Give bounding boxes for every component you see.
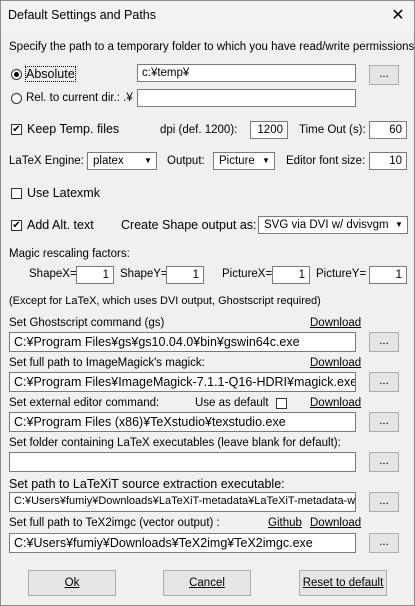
gs-browse-button[interactable]: ... xyxy=(369,332,399,352)
editor-browse-button[interactable]: ... xyxy=(369,412,399,432)
chevron-down-icon: ▼ xyxy=(392,218,406,232)
latexmk-label[interactable]: Use Latexmk xyxy=(27,186,100,200)
close-icon[interactable]: ✕ xyxy=(388,5,408,25)
rescale-label: Magic rescaling factors: xyxy=(9,248,130,260)
picturey-label: PictureY= xyxy=(316,268,367,280)
window-title: Default Settings and Paths xyxy=(8,8,157,22)
cancel-button[interactable]: Cancel xyxy=(163,570,251,596)
latex-folder-input[interactable] xyxy=(9,452,356,472)
shape-output-select[interactable]: SVG via DVI w/ dvisvgm ▼ xyxy=(258,216,408,234)
gs-label: Set Ghostscript command (gs) xyxy=(9,317,165,329)
editor-font-input[interactable]: 10 xyxy=(369,152,407,170)
timeout-label: Time Out (s): xyxy=(299,124,366,136)
shapey-input[interactable]: 1 xyxy=(166,266,204,284)
shapex-label: ShapeX= xyxy=(29,268,77,280)
relative-label[interactable]: Rel. to current dir.: .¥ xyxy=(26,92,133,104)
relative-radio[interactable] xyxy=(11,93,22,104)
gs-download-link[interactable]: Download xyxy=(310,317,361,329)
editor-font-label: Editor font size: xyxy=(286,155,366,167)
latexmk-checkbox[interactable] xyxy=(11,188,22,199)
latexit-browse-button[interactable]: ... xyxy=(369,492,399,512)
shape-output-label: Create Shape output as: xyxy=(121,218,257,232)
absolute-radio[interactable] xyxy=(11,69,22,80)
editor-label: Set external editor command: xyxy=(9,397,160,409)
reset-button[interactable]: Reset to default xyxy=(299,570,387,596)
chevron-down-icon: ▼ xyxy=(259,154,273,168)
relative-path-input[interactable] xyxy=(137,89,356,107)
dpi-input[interactable]: 1200 xyxy=(250,121,288,139)
chevron-down-icon: ▼ xyxy=(141,154,155,168)
temp-instruction: Specify the path to a temporary folder t… xyxy=(9,41,415,53)
picturex-label: PictureX= xyxy=(222,268,273,280)
gs-path-input[interactable]: C:¥Program Files¥gs¥gs10.04.0¥bin¥gswin6… xyxy=(9,332,356,352)
magick-path-input[interactable]: C:¥Program Files¥ImageMagick-7.1.1-Q16-H… xyxy=(9,372,356,392)
engine-label: LaTeX Engine: xyxy=(9,155,84,167)
timeout-input[interactable]: 60 xyxy=(369,121,407,139)
engine-select[interactable]: platex ▼ xyxy=(87,152,157,170)
editor-path-input[interactable]: C:¥Program Files (x86)¥TeXstudio¥texstud… xyxy=(9,412,356,432)
magick-browse-button[interactable]: ... xyxy=(369,372,399,392)
use-as-default-checkbox[interactable] xyxy=(276,398,287,409)
use-as-default-label: Use as default xyxy=(195,397,269,409)
magick-label: Set full path to ImageMagick's magick: xyxy=(9,357,205,369)
absolute-label[interactable]: Absolute xyxy=(25,66,76,82)
tex2img-browse-button[interactable]: ... xyxy=(369,533,399,553)
absolute-path-input[interactable]: c:¥temp¥ xyxy=(137,64,356,82)
magick-download-link[interactable]: Download xyxy=(310,357,361,369)
rescale-note: (Except for LaTeX, which uses DVI output… xyxy=(9,295,321,307)
latexit-label: Set path to LaTeXiT source extraction ex… xyxy=(9,477,285,491)
latexit-path-input[interactable]: C:¥Users¥fumiy¥Downloads¥LaTeXiT-metadat… xyxy=(9,492,356,512)
editor-download-link[interactable]: Download xyxy=(310,397,361,409)
shape-output-value: SVG via DVI w/ dvisvgm xyxy=(264,219,389,231)
shapey-label: ShapeY= xyxy=(120,268,168,280)
tex2img-download-link[interactable]: Download xyxy=(310,517,361,529)
dpi-label: dpi (def. 1200): xyxy=(160,124,238,136)
shapex-input[interactable]: 1 xyxy=(76,266,114,284)
latex-folder-label: Set folder containing LaTeX executables … xyxy=(9,437,341,449)
tex2img-label: Set full path to TeX2imgc (vector output… xyxy=(9,517,220,529)
engine-value: platex xyxy=(93,155,124,167)
picturey-input[interactable]: 1 xyxy=(369,266,407,284)
alt-text-checkbox[interactable]: ✔ xyxy=(11,220,22,231)
tex2img-path-input[interactable]: C:¥Users¥fumiy¥Downloads¥TeX2img¥TeX2img… xyxy=(9,533,356,553)
alt-text-label[interactable]: Add Alt. text xyxy=(27,218,94,232)
keep-temp-checkbox[interactable]: ✔ xyxy=(11,124,22,135)
ok-button[interactable]: Ok xyxy=(28,570,116,596)
output-value: Picture xyxy=(219,155,255,167)
picturex-input[interactable]: 1 xyxy=(272,266,310,284)
keep-temp-label[interactable]: Keep Temp. files xyxy=(27,122,119,136)
temp-browse-button[interactable]: ... xyxy=(369,65,399,85)
latex-folder-browse-button[interactable]: ... xyxy=(369,452,399,472)
output-select[interactable]: Picture ▼ xyxy=(213,152,275,170)
output-label: Output: xyxy=(167,155,205,167)
tex2img-github-link[interactable]: Github xyxy=(268,517,302,529)
